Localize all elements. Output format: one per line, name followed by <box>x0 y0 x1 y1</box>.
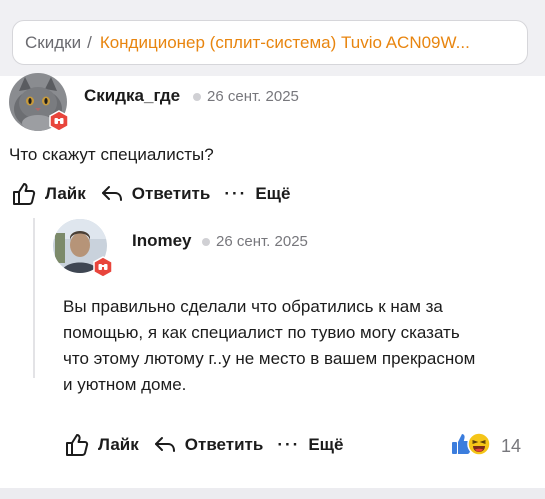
reply-thread-line <box>33 218 35 378</box>
breadcrumb: Скидки / Кондиционер (сплит-система) Tuv… <box>12 20 528 65</box>
more-dots-icon: ··· <box>277 435 301 454</box>
comment-actions: Лайк Ответить ··· Ещё <box>64 432 343 458</box>
separator-dot <box>202 238 210 246</box>
comment-text-line: что этому лютому г..у не место в вашем п… <box>63 349 476 368</box>
reply-button[interactable]: Ответить <box>153 434 264 456</box>
comment-date: 26 сент. 2025 <box>216 233 308 250</box>
comment-text: Вы правильно сделали что обратились к на… <box>63 294 533 398</box>
breadcrumb-separator: / <box>87 32 92 52</box>
comment-text-line: Вы правильно сделали что обратились к на… <box>63 297 443 316</box>
thumbs-up-icon <box>64 432 90 458</box>
like-label: Лайк <box>45 184 86 203</box>
author-badge-icon <box>92 256 114 278</box>
laughing-emoji-icon <box>467 432 491 461</box>
breadcrumb-current-link[interactable]: Кондиционер (сплит-система) Tuvio ACN09W… <box>100 33 470 53</box>
more-label: Ещё <box>255 184 291 203</box>
comments-section <box>0 76 545 488</box>
comment-date: 26 сент. 2025 <box>207 88 299 105</box>
reply-arrow-icon <box>153 434 177 456</box>
reply-arrow-icon <box>100 183 124 205</box>
reply-button[interactable]: Ответить <box>100 183 211 205</box>
comment-text: Что скажут специалисты? <box>9 145 214 164</box>
more-button[interactable]: ··· Ещё <box>277 435 343 455</box>
breadcrumb-root-link[interactable]: Скидки <box>25 33 81 53</box>
bottom-band <box>0 488 545 499</box>
more-label: Ещё <box>308 435 344 454</box>
reactions-summary[interactable]: 14 <box>451 432 521 461</box>
like-label: Лайк <box>98 435 139 454</box>
comment-actions: Лайк Ответить ··· Ещё <box>11 181 290 207</box>
comment-text-line: помощью, я как специалист по тувио могу … <box>63 323 460 342</box>
more-button[interactable]: ··· Ещё <box>224 184 290 204</box>
author-badge-icon <box>48 110 70 132</box>
comment-author[interactable]: Скидка_где <box>84 86 180 106</box>
like-button[interactable]: Лайк <box>11 181 86 207</box>
separator-dot <box>193 93 201 101</box>
reply-label: Ответить <box>131 184 211 203</box>
reply-label: Ответить <box>184 435 264 454</box>
like-button[interactable]: Лайк <box>64 432 139 458</box>
comment-text-line: и уютном доме. <box>63 375 187 394</box>
thumbs-up-icon <box>11 181 37 207</box>
more-dots-icon: ··· <box>224 184 248 203</box>
comment-author[interactable]: Inomey <box>132 231 192 251</box>
reaction-count: 14 <box>501 436 522 456</box>
